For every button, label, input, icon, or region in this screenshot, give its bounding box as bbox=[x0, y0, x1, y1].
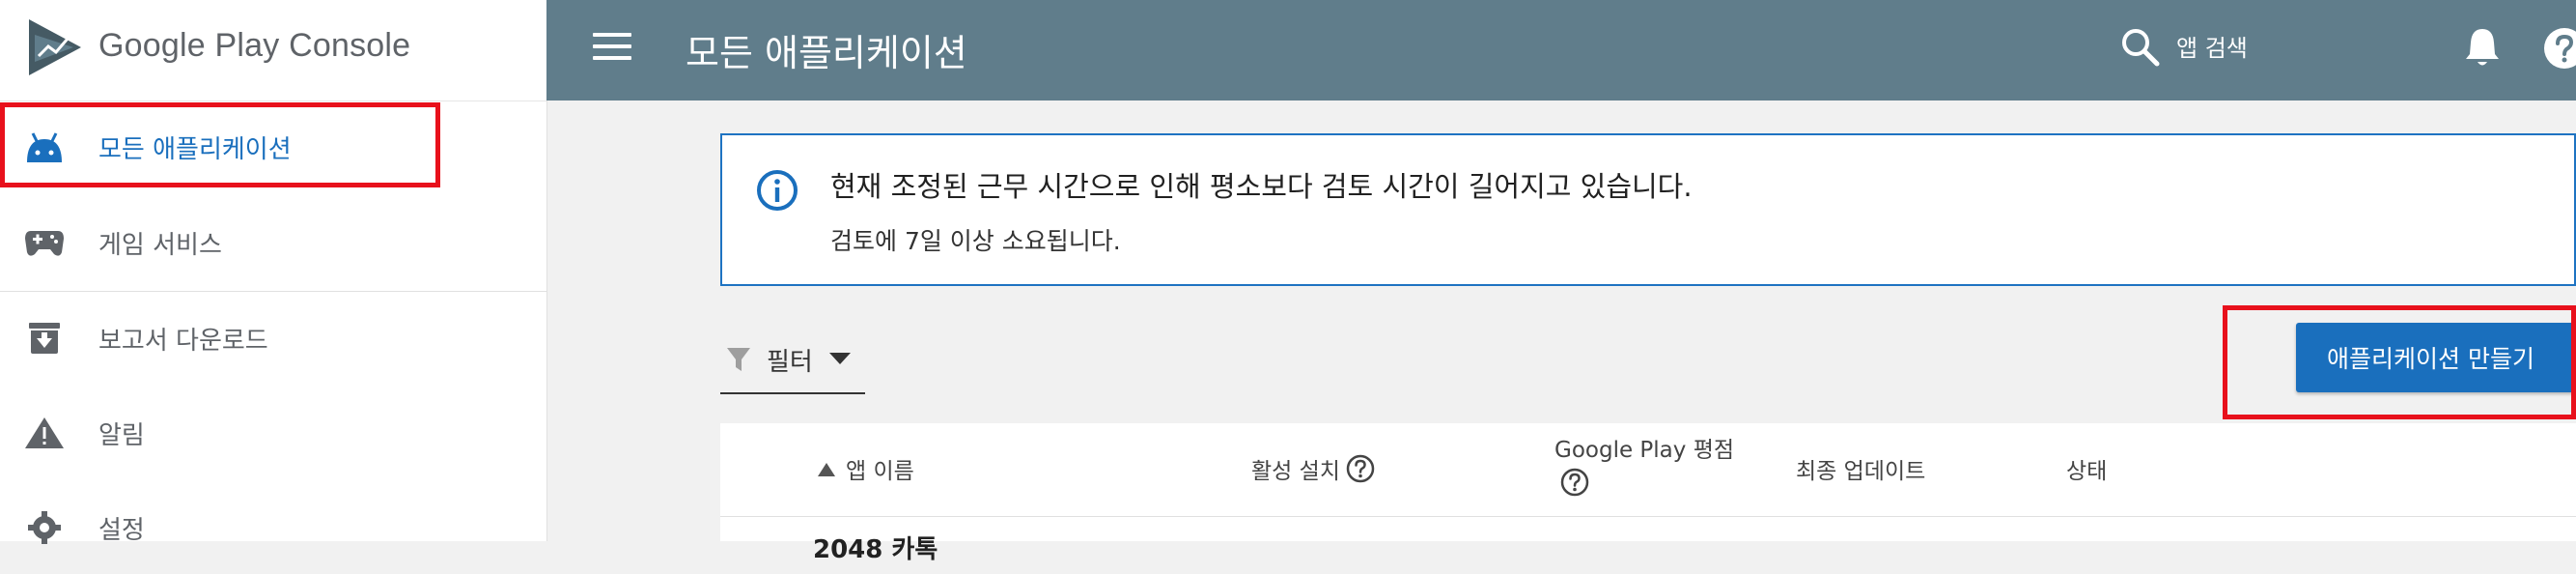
brand-google-play: Google Play bbox=[98, 27, 280, 64]
review-delay-notice: 현재 조정된 근무 시간으로 인해 평소보다 검토 시간이 길어지고 있습니다.… bbox=[720, 133, 2576, 286]
search-icon[interactable] bbox=[2118, 25, 2163, 70]
play-console-logo-icon bbox=[29, 19, 81, 75]
filter-dropdown[interactable]: 필터 bbox=[720, 336, 865, 394]
info-icon bbox=[757, 170, 798, 211]
apps-table: 앱 이름 활성 설치 Google Play 평점 최종 업데이트 상태 204… bbox=[720, 423, 2576, 564]
brand-name: Google Play Console bbox=[98, 27, 410, 65]
table-header-divider bbox=[720, 516, 2576, 517]
sidebar-item-game-services[interactable]: 게임 서비스 bbox=[0, 196, 546, 289]
column-header-status[interactable]: 상태 bbox=[2066, 452, 2107, 485]
gear-icon bbox=[28, 511, 61, 544]
highlight-box-create-button bbox=[2223, 305, 2576, 419]
help-icon[interactable] bbox=[2543, 27, 2576, 70]
help-circle-icon[interactable] bbox=[1560, 468, 1589, 497]
table-row-app-name[interactable]: 2048 카톡 bbox=[813, 530, 938, 565]
sidebar-item-download-reports[interactable]: 보고서 다운로드 bbox=[0, 292, 546, 385]
sidebar-item-settings[interactable]: 설정 bbox=[0, 481, 546, 574]
search-input[interactable] bbox=[2176, 29, 2466, 68]
filter-icon bbox=[727, 348, 750, 371]
column-header-app-name[interactable]: 앱 이름 bbox=[846, 452, 914, 485]
notice-body: 검토에 7일 이상 소요됩니다. bbox=[830, 227, 1121, 255]
sidebar-item-label: 설정 bbox=[98, 516, 145, 545]
help-circle-icon[interactable] bbox=[1346, 454, 1375, 483]
column-header-rating[interactable]: Google Play 평점 bbox=[1554, 431, 1734, 464]
chevron-down-icon bbox=[829, 353, 851, 364]
filter-label: 필터 bbox=[767, 348, 813, 377]
top-app-bar: 모든 애플리케이션 bbox=[546, 0, 2576, 100]
sort-ascending-icon[interactable] bbox=[817, 462, 836, 477]
warning-icon bbox=[25, 417, 64, 448]
column-header-active-installs[interactable]: 활성 설치 bbox=[1251, 452, 1340, 485]
download-box-icon bbox=[29, 323, 60, 354]
highlight-box-all-apps bbox=[0, 102, 440, 187]
menu-icon[interactable] bbox=[593, 33, 631, 66]
column-header-last-update[interactable]: 최종 업데이트 bbox=[1796, 452, 1925, 485]
brand-console: Console bbox=[289, 27, 411, 64]
sidebar-item-label: 게임 서비스 bbox=[98, 231, 222, 260]
gamepad-icon bbox=[25, 231, 64, 256]
page-title: 모든 애플리케이션 bbox=[686, 32, 967, 74]
brand-header[interactable]: Google Play Console bbox=[0, 0, 546, 101]
sidebar-item-label: 보고서 다운로드 bbox=[98, 327, 268, 356]
bell-icon[interactable] bbox=[2462, 25, 2503, 70]
sidebar: Google Play Console 모든 애플리케이션 게임 서비스 보고서… bbox=[0, 0, 547, 545]
sidebar-item-label: 알림 bbox=[98, 421, 145, 450]
notice-title: 현재 조정된 근무 시간으로 인해 평소보다 검토 시간이 길어지고 있습니다. bbox=[830, 170, 1693, 203]
sidebar-item-alerts[interactable]: 알림 bbox=[0, 387, 546, 479]
